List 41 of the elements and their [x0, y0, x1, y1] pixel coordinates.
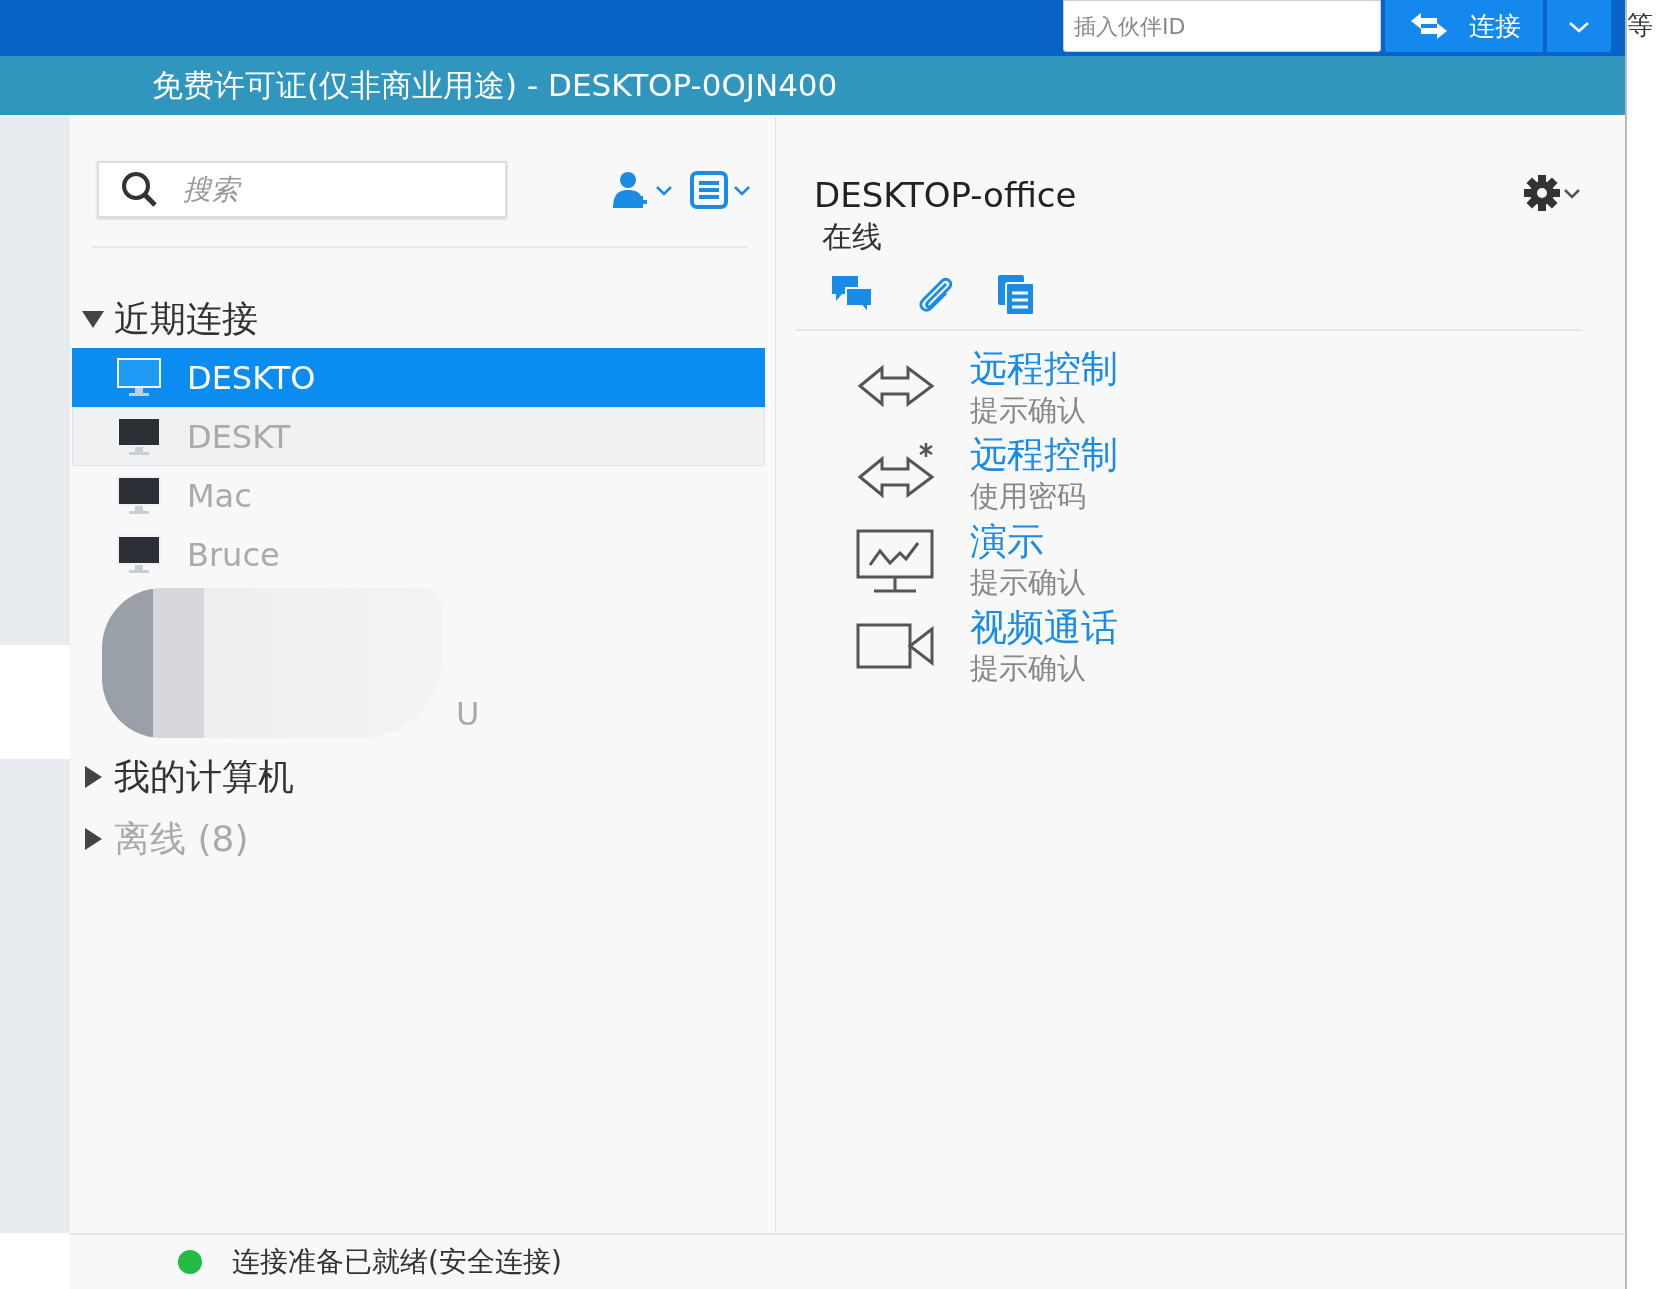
collapse-triangle-icon [82, 308, 104, 330]
group-header[interactable]: 离线 (8) [72, 810, 765, 868]
action-subtitle: 使用密码 [970, 477, 1087, 515]
action-link[interactable]: 远程控制 [970, 433, 1118, 477]
computer-name: U [456, 694, 480, 735]
license-title: 免费许可证(仅非商业用途) - DESKTOP-0OJN400 [152, 66, 838, 106]
documents-button[interactable] [998, 275, 1034, 316]
search-field[interactable]: 搜索 [97, 161, 507, 218]
dropdown-button[interactable] [1547, 0, 1611, 52]
computer-name: DESKTOP-office [814, 177, 1077, 215]
computer-item[interactable]: Bruce [72, 525, 765, 584]
computer-item[interactable]: DESKT [72, 407, 765, 466]
search-icon [121, 171, 157, 207]
connect-button[interactable]: 连接 [1385, 0, 1543, 52]
list-view-button[interactable] [689, 169, 751, 210]
list-icon [689, 169, 729, 210]
documents-icon [998, 275, 1034, 316]
action-link[interactable]: 演示 [970, 519, 1044, 563]
online-status: 在线 [821, 218, 883, 257]
computer-item[interactable]: DESKTO [72, 348, 765, 407]
action-link[interactable]: 视频通话 [970, 605, 1118, 649]
monitor-icon [117, 357, 161, 398]
status-text: 连接准备已就绪(安全连接) [232, 1244, 562, 1280]
presentation-screen-icon [856, 528, 936, 593]
monitor-icon [117, 475, 161, 516]
group-header[interactable]: 近期连接 [72, 290, 765, 348]
expand-triangle-icon [82, 828, 104, 850]
action-subtitle: 提示确认 [970, 563, 1086, 601]
action-subtitle: 提示确认 [970, 391, 1087, 429]
settings-icon [1523, 174, 1561, 212]
expand-triangle-icon [82, 766, 104, 788]
monitor-icon [117, 534, 161, 575]
monitor-icon [117, 416, 161, 457]
partner-id-field[interactable]: 插入伙伴ID [1063, 0, 1381, 52]
paperclip-icon [916, 276, 954, 315]
side-text: 等 [1627, 10, 1653, 40]
action-subtitle: 提示确认 [970, 650, 1087, 687]
action-link[interactable]: 远程控制 [970, 347, 1118, 391]
computer-item[interactable]: Mac [72, 466, 765, 525]
add-contact-button[interactable] [611, 169, 673, 210]
group-header[interactable]: 我的计算机 [72, 748, 765, 806]
